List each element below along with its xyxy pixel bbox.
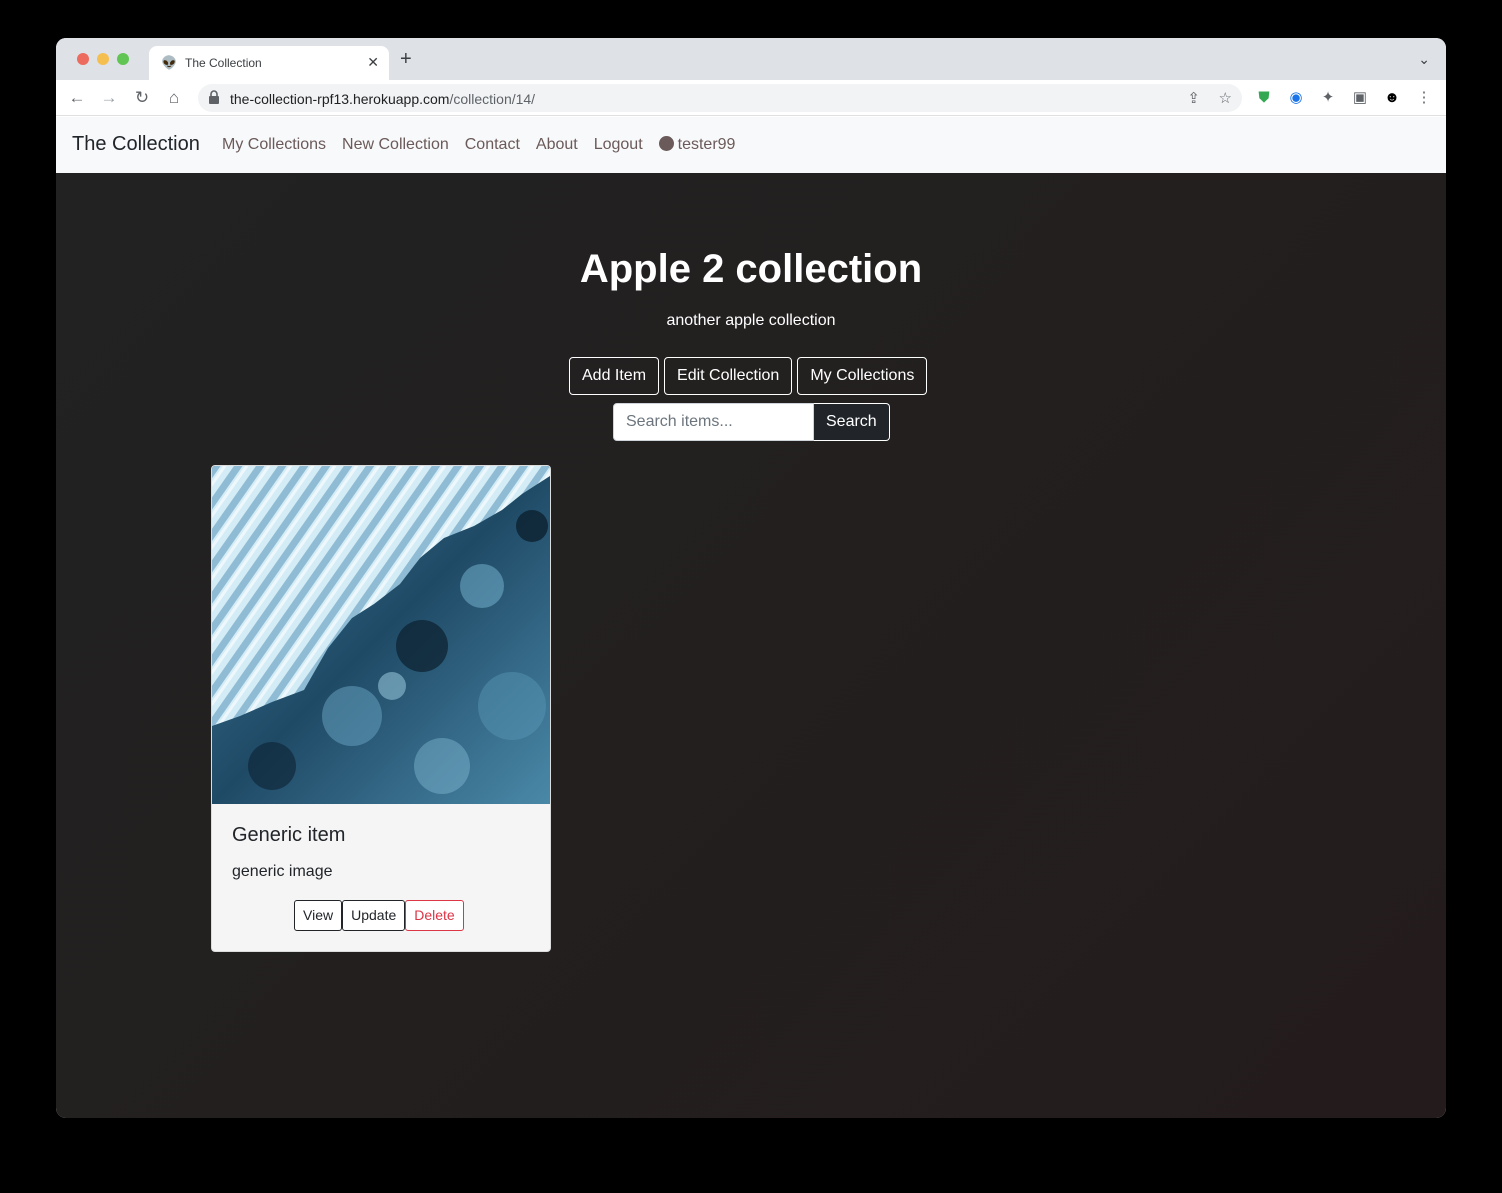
window-maximize-button[interactable] <box>117 53 129 65</box>
satellite-ice-image <box>212 466 550 804</box>
url-text: the-collection-rpf13.herokuapp.com/colle… <box>230 91 535 107</box>
window-minimize-button[interactable] <box>97 53 109 65</box>
shield-extension-icon[interactable]: ⛊ <box>1254 88 1274 108</box>
navbar-links: My Collections New Collection Contact Ab… <box>222 136 735 154</box>
item-title: Generic item <box>232 824 346 846</box>
search-button[interactable]: Search <box>814 403 890 441</box>
nav-link-contact[interactable]: Contact <box>465 136 520 154</box>
home-icon[interactable]: ⌂ <box>163 87 185 109</box>
new-tab-icon[interactable]: + <box>400 49 412 69</box>
window-close-button[interactable] <box>77 53 89 65</box>
url-host: the-collection-rpf13.herokuapp.com <box>230 91 450 107</box>
url-path: /collection/14/ <box>449 91 536 107</box>
item-actions: View Update Delete <box>294 900 464 931</box>
main-content: Apple 2 collection another apple collect… <box>56 173 1446 1118</box>
nav-username: tester99 <box>677 136 736 153</box>
side-panel-icon[interactable]: ▣ <box>1350 88 1370 108</box>
address-bar[interactable]: the-collection-rpf13.herokuapp.com/colle… <box>198 84 1242 112</box>
navbar-brand[interactable]: The Collection <box>72 133 200 156</box>
back-icon[interactable]: ← <box>66 87 88 109</box>
page-title: Apple 2 collection <box>579 247 923 291</box>
reload-icon[interactable]: ↻ <box>131 87 153 109</box>
alien-icon: 👽 <box>161 55 178 70</box>
search-form: Search <box>613 403 890 441</box>
search-input[interactable] <box>613 403 814 441</box>
browser-toolbar: ← → ↻ ⌂ the-collection-rpf13.herokuapp.c… <box>56 80 1446 116</box>
nav-link-new-collection[interactable]: New Collection <box>342 136 449 154</box>
item-card: Generic item generic image View Update D… <box>211 465 551 952</box>
browser-titlebar: 👽 The Collection ✕ + ⌄ <box>56 38 1446 80</box>
view-item-button[interactable]: View <box>294 900 343 931</box>
share-icon[interactable]: ⇪ <box>1187 89 1200 107</box>
more-menu-icon[interactable]: ⋮ <box>1414 88 1434 108</box>
tab-title: The Collection <box>185 56 262 70</box>
lock-icon <box>209 90 219 104</box>
nav-link-about[interactable]: About <box>536 136 578 154</box>
browser-tab[interactable]: 👽 The Collection ✕ <box>149 46 389 80</box>
bookmark-star-icon[interactable]: ☆ <box>1219 89 1232 107</box>
my-collections-button[interactable]: My Collections <box>797 357 928 395</box>
delete-item-button[interactable]: Delete <box>405 900 464 931</box>
profile-avatar-icon[interactable]: ☻ <box>1382 88 1402 108</box>
tab-close-icon[interactable]: ✕ <box>367 54 379 71</box>
chevron-down-icon[interactable]: ⌄ <box>1418 51 1430 68</box>
collection-actions: Add Item Edit Collection My Collections <box>569 357 928 395</box>
update-item-button[interactable]: Update <box>342 900 406 931</box>
nav-link-my-collections[interactable]: My Collections <box>222 136 326 154</box>
item-description: generic image <box>232 863 333 880</box>
forward-icon[interactable]: → <box>98 87 120 109</box>
add-item-button[interactable]: Add Item <box>569 357 660 395</box>
browser-window: 👽 The Collection ✕ + ⌄ ← → ↻ ⌂ the-colle… <box>56 38 1446 1118</box>
edit-collection-button[interactable]: Edit Collection <box>664 357 793 395</box>
collection-description: another apple collection <box>666 312 836 329</box>
nav-user-profile[interactable]: tester99 <box>658 136 736 154</box>
nav-link-logout[interactable]: Logout <box>594 136 643 154</box>
site-navbar: The Collection My Collections New Collec… <box>56 117 1446 173</box>
user-circle-icon <box>658 136 674 151</box>
extensions-puzzle-icon[interactable]: ✦ <box>1318 88 1338 108</box>
password-extension-icon[interactable]: ◉ <box>1286 88 1306 108</box>
